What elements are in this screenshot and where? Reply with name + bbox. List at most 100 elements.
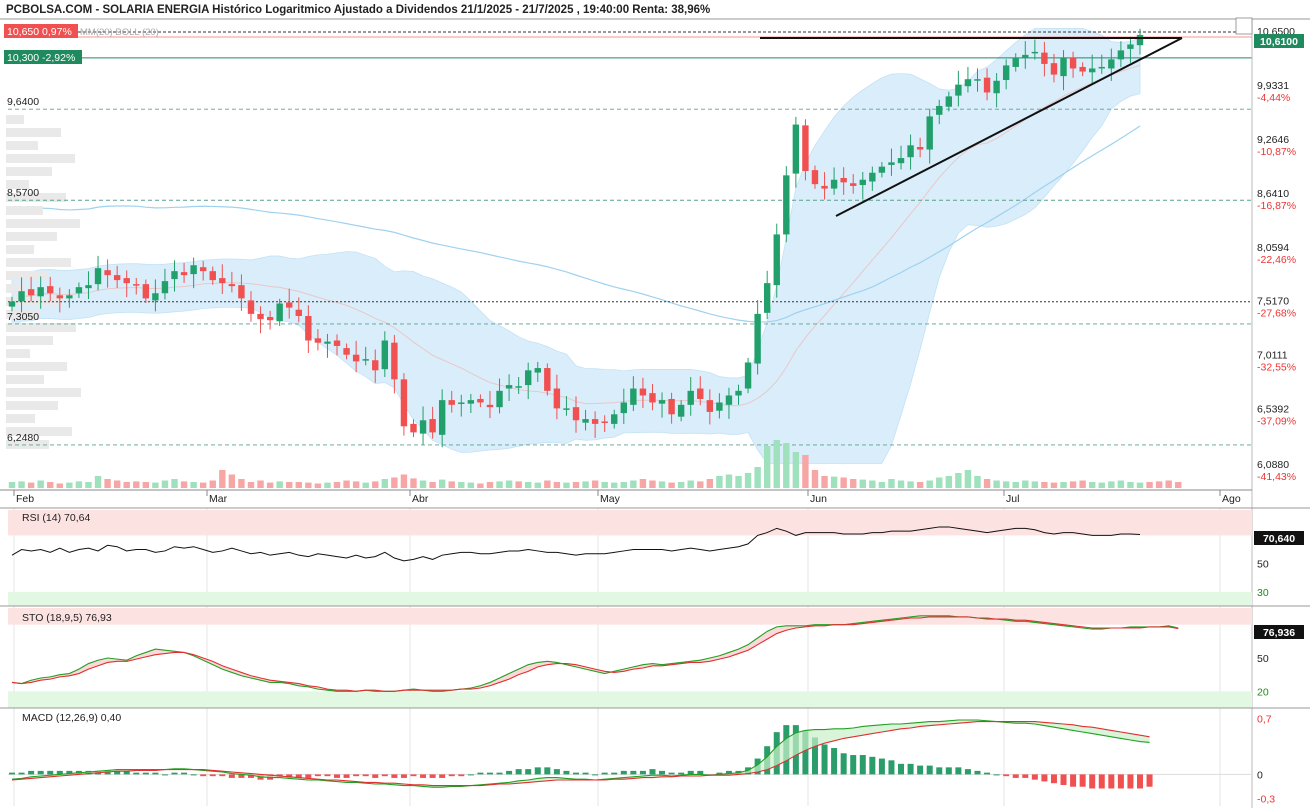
candle-body xyxy=(352,354,360,362)
volume-profile-bar xyxy=(6,258,71,267)
volume-bar xyxy=(477,483,484,488)
volume-bar xyxy=(525,482,532,488)
candle-body xyxy=(247,300,255,314)
volume-bar xyxy=(1002,481,1010,488)
level-label: 6,2480 xyxy=(7,432,39,444)
price-tick-label: 9,2646 xyxy=(1257,134,1289,146)
macd-histogram-bar xyxy=(28,770,35,775)
candle-body xyxy=(1002,65,1010,80)
volume-bar xyxy=(859,479,866,488)
volume-bar xyxy=(964,470,972,488)
volume-profile-bar xyxy=(6,206,43,215)
candle-body xyxy=(926,116,933,150)
candle-body xyxy=(783,175,790,235)
x-tick-label: Abr xyxy=(412,493,429,505)
volume-bar xyxy=(907,481,914,488)
macd-histogram-bar xyxy=(161,774,168,776)
candle-body xyxy=(859,179,866,186)
volume-bar xyxy=(142,482,150,488)
candle-body xyxy=(869,172,876,182)
high-badge-label: 10,650 0,97% xyxy=(7,26,72,38)
volume-bar xyxy=(37,480,44,488)
volume-bar xyxy=(505,480,513,488)
candle-body xyxy=(601,421,608,423)
volume-bar xyxy=(955,473,962,488)
volume-bar xyxy=(438,479,446,488)
volume-bar xyxy=(926,480,933,488)
volume-bar xyxy=(314,483,322,488)
volume-profile-bar xyxy=(6,141,38,150)
price-tick-label: 8,6410 xyxy=(1257,188,1289,200)
sto-tick-50: 50 xyxy=(1257,653,1269,665)
volume-bar xyxy=(1060,482,1067,488)
candle-body xyxy=(104,270,111,276)
macd-histogram-bar xyxy=(553,769,560,775)
macd-histogram-bar xyxy=(678,772,685,775)
candle-body xyxy=(56,295,63,299)
volume-bar xyxy=(783,443,790,488)
x-tick-label: Ago xyxy=(1222,493,1241,505)
volume-bar xyxy=(1041,482,1048,488)
volume-bar xyxy=(773,440,780,488)
candle-body xyxy=(458,402,465,404)
macd-signal-line xyxy=(11,721,1150,787)
macd-histogram-bar xyxy=(639,770,646,775)
volume-bar xyxy=(878,482,886,488)
candle-body xyxy=(113,275,121,281)
macd-histogram-bar xyxy=(898,763,905,775)
volume-bar xyxy=(792,452,800,488)
macd-histogram-bar xyxy=(1003,774,1010,777)
volume-profile-bar xyxy=(6,388,81,397)
volume-bar xyxy=(372,481,379,488)
volume-bar xyxy=(104,479,111,488)
volume-bar xyxy=(572,482,580,488)
volume-bar xyxy=(352,481,360,488)
candle-body xyxy=(75,287,83,294)
volume-bar xyxy=(544,480,551,488)
volume-bar xyxy=(486,482,494,488)
macd-histogram-bar xyxy=(1050,774,1057,784)
price-tick-label: 7,0111 xyxy=(1257,350,1288,362)
candle-body xyxy=(1041,52,1048,64)
macd-histogram-bar xyxy=(888,760,895,775)
candle-body xyxy=(1069,57,1077,69)
volume-bar xyxy=(802,455,809,488)
candle-body xyxy=(611,414,618,424)
macd-histogram-bar xyxy=(907,763,914,775)
candle-body xyxy=(802,125,809,171)
macd-histogram-bar xyxy=(1060,774,1067,785)
volume-bar xyxy=(419,480,427,488)
price-tick-pct: -37,09% xyxy=(1257,416,1296,428)
volume-bar xyxy=(27,482,35,488)
macd-tick-high: 0,7 xyxy=(1257,713,1272,725)
candle-body xyxy=(830,179,838,189)
macd-histogram-bar xyxy=(1022,774,1029,778)
macd-fill xyxy=(12,720,1150,788)
volume-bar xyxy=(1127,482,1134,488)
candle-body xyxy=(391,342,398,380)
macd-histogram-bar xyxy=(506,770,513,775)
volume-bar xyxy=(1012,482,1019,488)
candle-body xyxy=(620,402,627,414)
volume-bar xyxy=(219,470,226,488)
macd-histogram-bar xyxy=(486,772,493,775)
macd-histogram-bar xyxy=(955,767,962,775)
volume-bar xyxy=(324,482,331,488)
volume-bar xyxy=(630,480,637,488)
macd-histogram-bar xyxy=(964,769,971,775)
macd-histogram-bar xyxy=(372,774,379,778)
candle-body xyxy=(238,285,245,299)
volume-bar xyxy=(113,480,121,488)
candle-body xyxy=(630,388,637,405)
macd-histogram-bar xyxy=(429,774,436,778)
candle-body xyxy=(1031,51,1039,54)
macd-histogram-bar xyxy=(1070,774,1077,787)
macd-histogram-bar xyxy=(448,774,455,777)
macd-histogram-bar xyxy=(18,772,25,775)
volume-bar xyxy=(286,482,293,488)
volume-bar xyxy=(515,481,522,488)
candle-body xyxy=(1050,63,1058,75)
volume-bar xyxy=(620,482,627,488)
candle-body xyxy=(563,408,570,410)
macd-histogram-bar xyxy=(840,753,847,775)
